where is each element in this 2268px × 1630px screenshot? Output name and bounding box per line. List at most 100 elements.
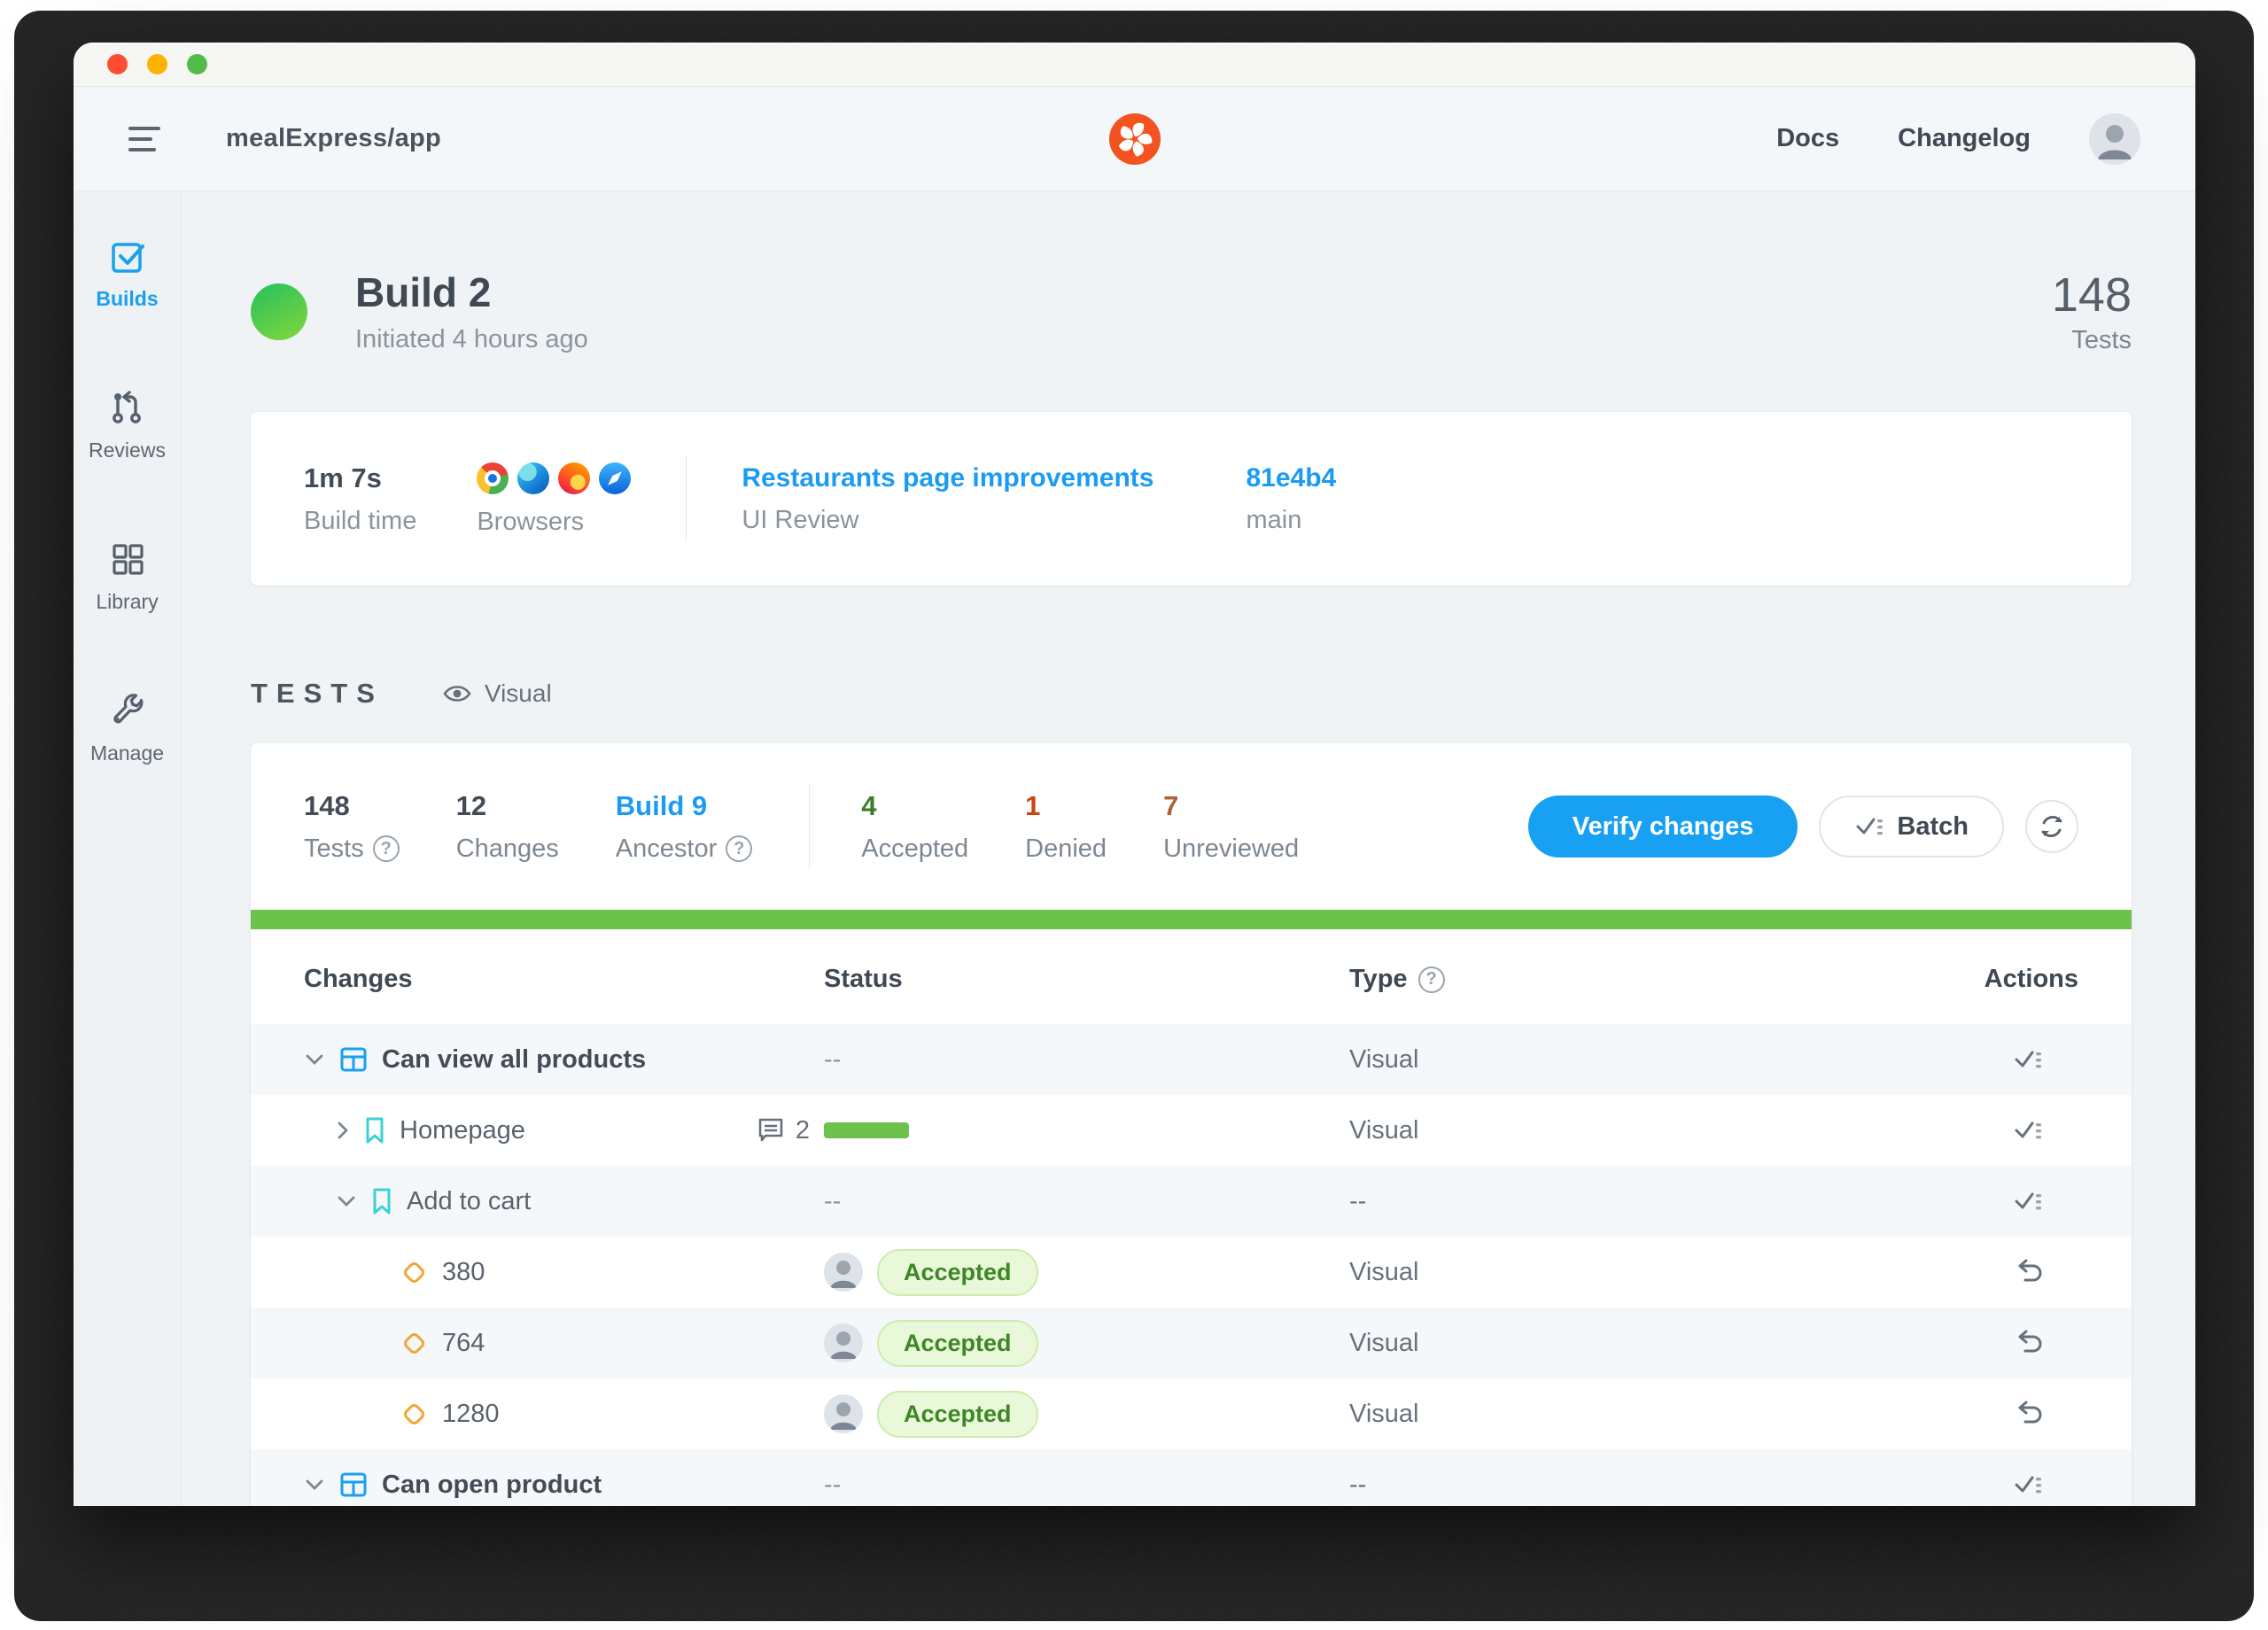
build-meta-card: 1m 7s Build time Browsers Restaurants pa…: [251, 412, 2132, 586]
app-logo-icon[interactable]: [1109, 113, 1161, 165]
refresh-icon: [2037, 811, 2067, 842]
stat-denied-label: Denied: [1025, 834, 1107, 864]
menu-icon[interactable]: [128, 127, 160, 151]
chevron-down-icon[interactable]: [304, 1052, 325, 1067]
undo-icon[interactable]: [2013, 1329, 2043, 1357]
nav-docs[interactable]: Docs: [1776, 124, 1839, 153]
type-cell: Visual: [1349, 1116, 1946, 1145]
project-breadcrumb[interactable]: mealExpress/app: [226, 124, 441, 153]
stat-accepted-value: 4: [861, 790, 968, 822]
status-badge: Accepted: [877, 1320, 1038, 1367]
sidebar-item-label: Library: [96, 590, 158, 614]
tests-count-label: Tests: [2052, 326, 2132, 355]
close-window-button[interactable]: [107, 54, 128, 74]
comment-icon[interactable]: [757, 1116, 785, 1145]
ancestor-build-link[interactable]: Build 9: [616, 790, 752, 822]
status-empty: --: [824, 1045, 841, 1075]
nav-changelog[interactable]: Changelog: [1898, 124, 2031, 153]
sidebar-item-reviews[interactable]: Reviews: [89, 389, 166, 462]
row-label[interactable]: Add to cart: [407, 1187, 531, 1216]
zoom-window-button[interactable]: [187, 54, 207, 74]
type-cell: Visual: [1349, 1045, 1946, 1075]
batch-accept-icon[interactable]: [2013, 1471, 2043, 1499]
stat-changes-label: Changes: [456, 834, 559, 864]
approver-avatar: [824, 1394, 863, 1433]
diff-progress-bar: [824, 1122, 909, 1138]
undo-icon[interactable]: [2013, 1400, 2043, 1428]
refresh-button[interactable]: [2025, 800, 2078, 853]
checkbox-check-icon: [109, 237, 146, 275]
window-titlebar: [74, 43, 2195, 87]
row-label[interactable]: 380: [442, 1258, 485, 1287]
chevron-down-icon[interactable]: [304, 1478, 325, 1492]
batch-check-icon: [1854, 812, 1884, 841]
divider: [809, 784, 810, 869]
review-link[interactable]: Restaurants page improvements: [742, 463, 1153, 493]
approver-avatar: [824, 1323, 863, 1362]
batch-accept-icon[interactable]: [2013, 1187, 2043, 1215]
table-row: Add to cart -- --: [251, 1166, 2132, 1237]
stat-changes-value: 12: [456, 790, 559, 822]
chevron-right-icon[interactable]: [336, 1120, 350, 1141]
row-label[interactable]: 764: [442, 1329, 485, 1358]
undo-icon[interactable]: [2013, 1258, 2043, 1286]
column-changes: Changes: [304, 965, 824, 994]
eye-icon: [442, 683, 472, 704]
sidebar-item-builds[interactable]: Builds: [96, 237, 158, 311]
snapshot-group-icon: [339, 1046, 368, 1073]
user-avatar[interactable]: [2089, 113, 2140, 165]
batch-accept-icon[interactable]: [2013, 1116, 2043, 1145]
help-icon[interactable]: [1418, 966, 1445, 993]
branch-label: main: [1246, 506, 1336, 535]
build-time-value: 1m 7s: [304, 462, 416, 494]
tests-card: 148 Tests 12 Changes Build 9 Ancestor 4: [251, 743, 2132, 1506]
column-actions: Actions: [1946, 965, 2078, 994]
build-status-dot: [251, 283, 307, 340]
snapshot-width-icon: [400, 1329, 428, 1357]
stat-unreviewed-value: 7: [1163, 790, 1299, 822]
snapshot-group-icon: [339, 1471, 368, 1498]
table-row: Homepage 2 Visual: [251, 1095, 2132, 1166]
edge-icon: [517, 462, 549, 494]
row-label[interactable]: Can open product: [382, 1471, 602, 1500]
help-icon[interactable]: [726, 835, 752, 862]
row-label[interactable]: Can view all products: [382, 1045, 646, 1075]
status-empty: --: [824, 1471, 841, 1500]
row-label[interactable]: Homepage: [400, 1116, 525, 1145]
batch-accept-icon[interactable]: [2013, 1045, 2043, 1074]
type-cell: Visual: [1349, 1258, 1946, 1287]
sidebar-item-label: Builds: [96, 287, 158, 311]
chevron-down-icon[interactable]: [336, 1194, 357, 1208]
type-cell: --: [1349, 1187, 1946, 1216]
minimize-window-button[interactable]: [147, 54, 167, 74]
stat-denied-value: 1: [1025, 790, 1107, 822]
bookmark-icon: [364, 1116, 385, 1145]
status-badge: Accepted: [877, 1249, 1038, 1296]
sidebar-item-label: Manage: [90, 741, 164, 765]
review-sublabel: UI Review: [742, 506, 1153, 535]
batch-button[interactable]: Batch: [1819, 796, 2004, 858]
build-progress-bar: [251, 910, 2132, 929]
table-row: 764 Accepted Visual: [251, 1308, 2132, 1378]
help-icon[interactable]: [373, 835, 400, 862]
commit-link[interactable]: 81e4b4: [1246, 463, 1336, 493]
divider: [686, 456, 687, 541]
sidebar-item-manage[interactable]: Manage: [90, 692, 164, 765]
page-title: Build 2: [355, 268, 588, 316]
tests-section-title: TESTS: [251, 678, 384, 710]
stat-accepted-label: Accepted: [861, 834, 968, 864]
snapshot-width-icon: [400, 1400, 428, 1428]
main-content: Build 2 Initiated 4 hours ago 148 Tests …: [182, 191, 2195, 1506]
stat-ancestor-label: Ancestor: [616, 834, 717, 864]
table-row: Can open product -- --: [251, 1449, 2132, 1506]
stat-unreviewed-label: Unreviewed: [1163, 834, 1299, 864]
browsers-label: Browsers: [477, 508, 631, 537]
sidebar-item-library[interactable]: Library: [96, 540, 158, 614]
row-label[interactable]: 1280: [442, 1400, 500, 1429]
type-cell: Visual: [1349, 1329, 1946, 1358]
verify-changes-button[interactable]: Verify changes: [1528, 796, 1798, 858]
batch-button-label: Batch: [1897, 812, 1969, 842]
approver-avatar: [824, 1253, 863, 1292]
visual-filter[interactable]: Visual: [442, 679, 552, 708]
table-row: 1280 Accepted Visual: [251, 1378, 2132, 1449]
